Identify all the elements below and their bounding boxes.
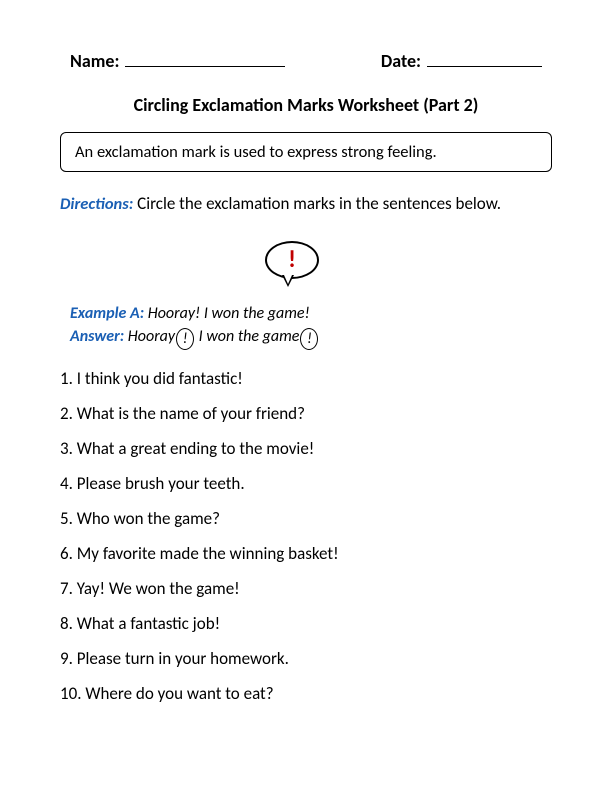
- directions-text: Circle the exclamation marks in the sent…: [137, 193, 501, 214]
- question-item: 1. I think you did fantastic!: [60, 368, 552, 389]
- question-item: 3. What a great ending to the movie!: [60, 438, 552, 459]
- answer-part2: I won the game: [195, 327, 299, 346]
- header-row: Name: Date:: [60, 50, 552, 72]
- question-item: 2. What is the name of your friend?: [60, 403, 552, 424]
- example-a-label: Example A:: [70, 304, 144, 323]
- definition-box: An exclamation mark is used to express s…: [60, 132, 552, 172]
- date-label: Date:: [381, 50, 421, 72]
- speech-bubble: !: [265, 241, 319, 279]
- question-item: 10. Where do you want to eat?: [60, 683, 552, 704]
- name-field: Name:: [70, 50, 285, 72]
- question-item: 4. Please brush your teeth.: [60, 473, 552, 494]
- definition-text: An exclamation mark is used to express s…: [75, 142, 437, 162]
- question-item: 8. What a fantastic job!: [60, 613, 552, 634]
- question-item: 6. My favorite made the winning basket!: [60, 543, 552, 564]
- question-item: 9. Please turn in your homework.: [60, 648, 552, 669]
- answer-row: Answer: Hooray! I won the game!: [70, 327, 552, 350]
- circled-mark-1: !: [176, 328, 194, 350]
- example-a-text: Hooray! I won the game!: [148, 304, 310, 323]
- questions-list: 1. I think you did fantastic! 2. What is…: [60, 368, 552, 704]
- question-item: 5. Who won the game?: [60, 508, 552, 529]
- example-a-row: Example A: Hooray! I won the game!: [70, 304, 552, 323]
- directions: Directions: Circle the exclamation marks…: [60, 190, 552, 217]
- answer-part1: Hooray: [128, 327, 175, 346]
- directions-label: Directions:: [60, 194, 133, 214]
- date-field: Date:: [381, 50, 542, 72]
- answer-label: Answer:: [70, 327, 124, 346]
- name-label: Name:: [70, 50, 119, 72]
- exclamation-icon: !: [288, 248, 296, 272]
- speech-bubble-wrap: !: [60, 245, 552, 300]
- name-blank[interactable]: [125, 66, 285, 67]
- example-block: Example A: Hooray! I won the game! Answe…: [70, 304, 552, 350]
- date-blank[interactable]: [427, 66, 542, 67]
- question-item: 7. Yay! We won the game!: [60, 578, 552, 599]
- worksheet-title: Circling Exclamation Marks Worksheet (Pa…: [60, 94, 552, 116]
- bubble-tail-inner: [284, 275, 292, 284]
- circled-mark-2: !: [300, 328, 318, 350]
